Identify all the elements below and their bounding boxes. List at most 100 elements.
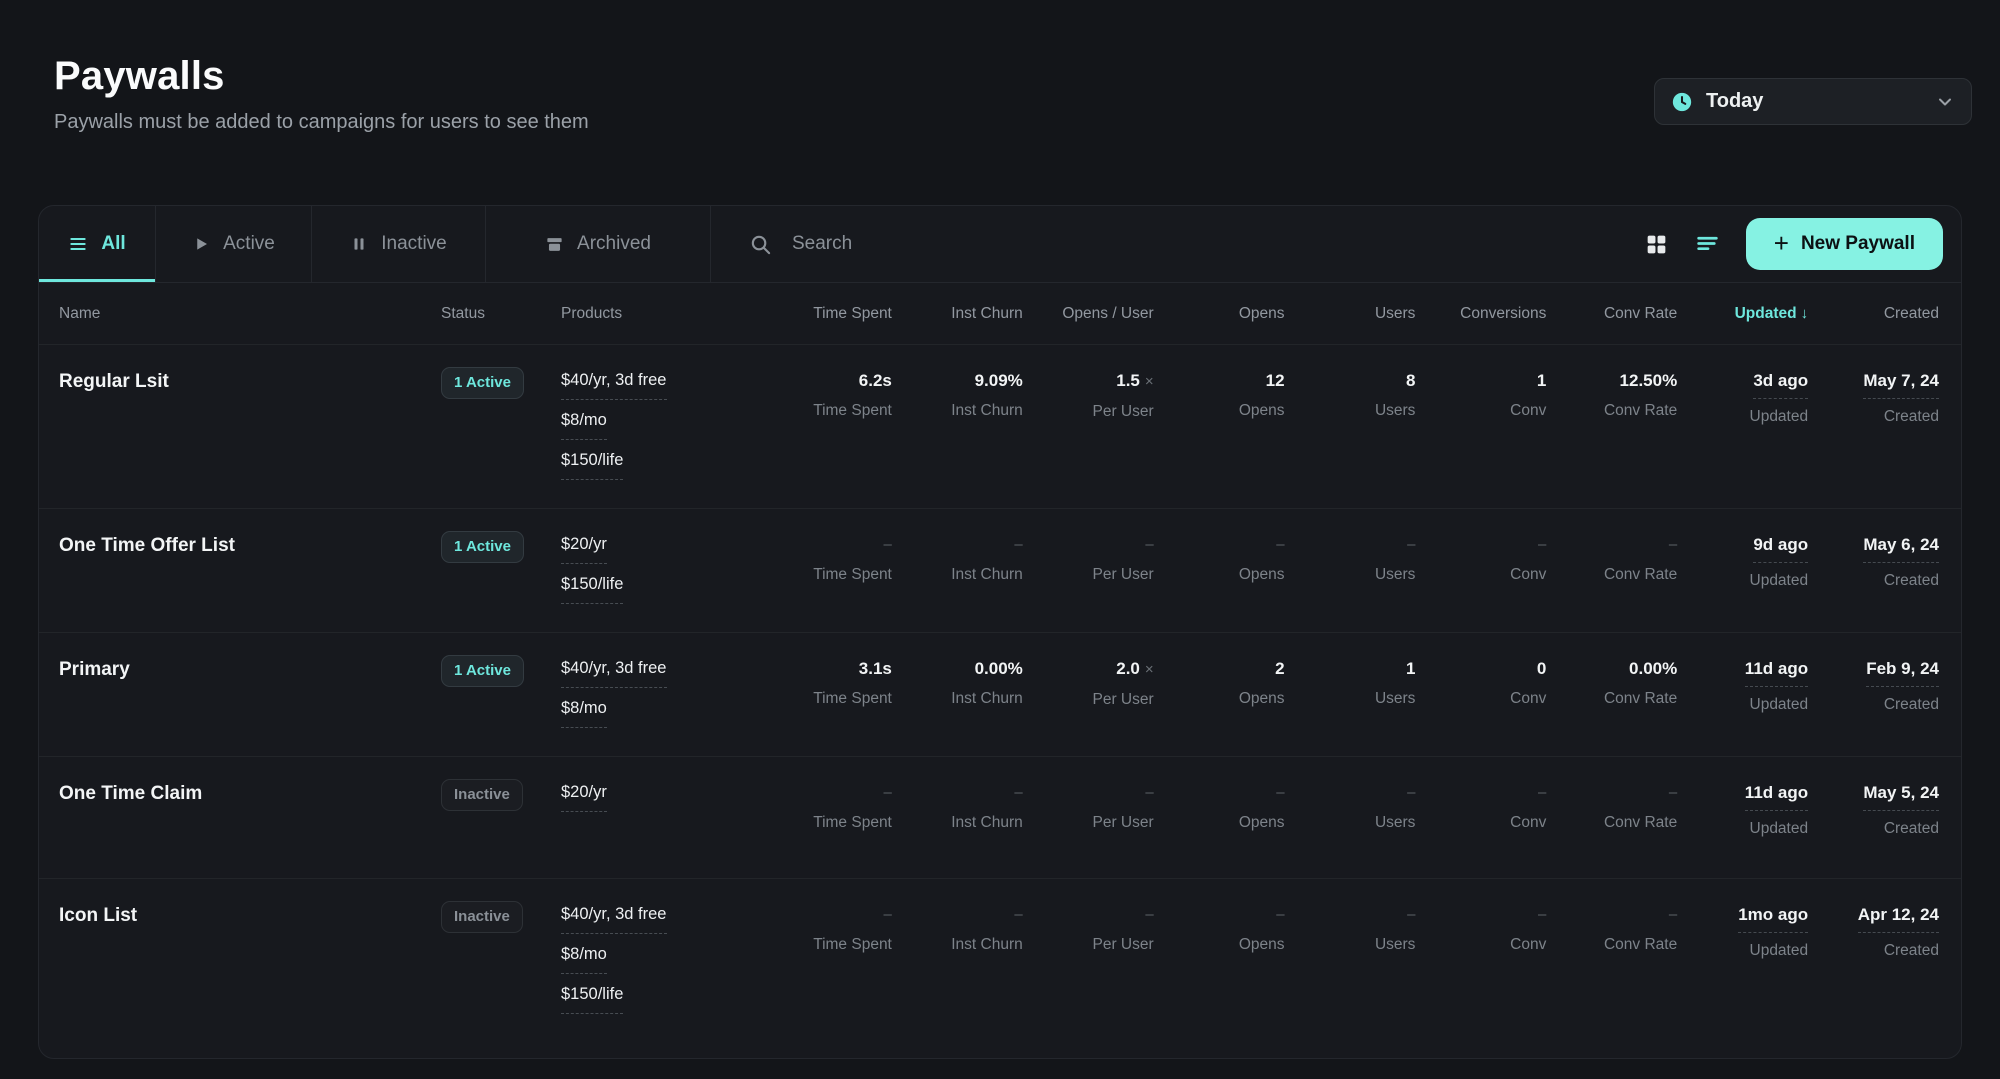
- date-filter-label: Today: [1706, 90, 1935, 113]
- products-list: $20/yr $150/life: [561, 533, 761, 604]
- status-badge: 1 Active: [441, 531, 524, 563]
- metric-conv: 0Conv: [1415, 657, 1546, 710]
- metric-updated: 1mo agoUpdated: [1677, 903, 1808, 962]
- metric-users: 8Users: [1285, 369, 1416, 422]
- chevron-down-icon: [1935, 92, 1955, 112]
- row-name: Primary: [59, 657, 441, 683]
- created-value[interactable]: May 6, 24: [1863, 533, 1939, 563]
- created-value[interactable]: Apr 12, 24: [1858, 903, 1939, 933]
- new-paywall-button[interactable]: + New Paywall: [1746, 218, 1943, 270]
- header-opens-user[interactable]: Opens / User: [1023, 305, 1154, 323]
- tab-label: All: [101, 233, 125, 255]
- table-row[interactable]: Icon List Inactive $40/yr, 3d free $8/mo…: [39, 879, 1961, 1042]
- product-item[interactable]: $150/life: [561, 573, 623, 604]
- metric-conv-rate: –Conv Rate: [1546, 903, 1677, 956]
- product-item[interactable]: $8/mo: [561, 409, 607, 440]
- updated-value[interactable]: 3d ago: [1753, 369, 1808, 399]
- tabbar: All Active Inactive Archived: [39, 206, 1961, 283]
- header-conversions[interactable]: Conversions: [1415, 305, 1546, 323]
- status-badge: 1 Active: [441, 367, 524, 399]
- page-title: Paywalls: [54, 54, 589, 99]
- metric-inst-churn: –Inst Churn: [892, 903, 1023, 956]
- updated-value[interactable]: 11d ago: [1745, 657, 1808, 687]
- table-row[interactable]: Primary 1 Active $40/yr, 3d free $8/mo 3…: [39, 633, 1961, 757]
- metric-users: 1Users: [1285, 657, 1416, 710]
- table-row[interactable]: Regular Lsit 1 Active $40/yr, 3d free $8…: [39, 345, 1961, 509]
- table-row[interactable]: One Time Offer List 1 Active $20/yr $150…: [39, 509, 1961, 633]
- table-row[interactable]: One Time Claim Inactive $20/yr –Time Spe…: [39, 757, 1961, 879]
- metric-conv: –Conv: [1415, 781, 1546, 834]
- product-item[interactable]: $40/yr, 3d free: [561, 369, 667, 400]
- created-value[interactable]: May 7, 24: [1863, 369, 1939, 399]
- row-name: Regular Lsit: [59, 369, 441, 395]
- date-filter-dropdown[interactable]: Today: [1654, 78, 1972, 125]
- header-name[interactable]: Name: [59, 305, 441, 323]
- metric-opens: –Opens: [1154, 903, 1285, 956]
- metric-conv-rate: –Conv Rate: [1546, 781, 1677, 834]
- metric-opens: 2Opens: [1154, 657, 1285, 710]
- plus-icon: +: [1774, 230, 1789, 256]
- grid-view-button[interactable]: [1644, 232, 1669, 257]
- updated-value[interactable]: 11d ago: [1745, 781, 1808, 811]
- product-item[interactable]: $40/yr, 3d free: [561, 657, 667, 688]
- metric-created: May 6, 24Created: [1808, 533, 1939, 592]
- grid-icon: [1644, 232, 1669, 257]
- product-item[interactable]: $150/life: [561, 983, 623, 1014]
- products-list: $20/yr: [561, 781, 761, 812]
- updated-value[interactable]: 1mo ago: [1738, 903, 1808, 933]
- products-list: $40/yr, 3d free $8/mo $150/life: [561, 369, 761, 480]
- search-input[interactable]: [792, 233, 1392, 255]
- metric-per-user: –Per User: [1023, 903, 1154, 956]
- metric-inst-churn: –Inst Churn: [892, 533, 1023, 586]
- product-item[interactable]: $150/life: [561, 449, 623, 480]
- product-item[interactable]: $8/mo: [561, 697, 607, 728]
- search-icon: [749, 233, 772, 256]
- product-item[interactable]: $20/yr: [561, 533, 607, 564]
- product-item[interactable]: $8/mo: [561, 943, 607, 974]
- header-products[interactable]: Products: [561, 305, 761, 323]
- list-view-button[interactable]: [1695, 232, 1720, 257]
- header-time-spent[interactable]: Time Spent: [761, 305, 892, 323]
- product-item[interactable]: $40/yr, 3d free: [561, 903, 667, 934]
- multiply-icon: ×: [1145, 661, 1154, 678]
- header-conv-rate[interactable]: Conv Rate: [1546, 305, 1677, 323]
- header-opens[interactable]: Opens: [1154, 305, 1285, 323]
- pause-icon: [350, 235, 368, 253]
- header-updated[interactable]: Updated↓: [1677, 305, 1808, 323]
- metric-created: May 5, 24Created: [1808, 781, 1939, 840]
- tab-label: Archived: [577, 233, 651, 255]
- tab-all[interactable]: All: [39, 206, 156, 282]
- sort-down-icon: ↓: [1801, 305, 1809, 322]
- status-badge: Inactive: [441, 779, 523, 811]
- row-name: Icon List: [59, 903, 441, 929]
- updated-value[interactable]: 9d ago: [1753, 533, 1808, 563]
- page-header: Paywalls Paywalls must be added to campa…: [54, 54, 589, 134]
- metric-users: –Users: [1285, 533, 1416, 586]
- created-value[interactable]: Feb 9, 24: [1866, 657, 1939, 687]
- clock-icon: [1671, 91, 1693, 113]
- tab-active[interactable]: Active: [156, 206, 312, 282]
- tab-inactive[interactable]: Inactive: [312, 206, 486, 282]
- metric-conv: –Conv: [1415, 903, 1546, 956]
- view-toggles: [1644, 206, 1746, 282]
- status-badge: Inactive: [441, 901, 523, 933]
- metric-per-user: 1.5×Per User: [1023, 369, 1154, 423]
- metric-conv: –Conv: [1415, 533, 1546, 586]
- header-users[interactable]: Users: [1285, 305, 1416, 323]
- metric-per-user: 2.0×Per User: [1023, 657, 1154, 711]
- products-list: $40/yr, 3d free $8/mo: [561, 657, 761, 728]
- product-item[interactable]: $20/yr: [561, 781, 607, 812]
- tab-archived[interactable]: Archived: [486, 206, 711, 282]
- header-status[interactable]: Status: [441, 305, 561, 323]
- header-created[interactable]: Created: [1808, 305, 1939, 323]
- metric-inst-churn: –Inst Churn: [892, 781, 1023, 834]
- header-inst-churn[interactable]: Inst Churn: [892, 305, 1023, 323]
- metric-inst-churn: 0.00%Inst Churn: [892, 657, 1023, 710]
- metric-conv-rate: –Conv Rate: [1546, 533, 1677, 586]
- created-value[interactable]: May 5, 24: [1863, 781, 1939, 811]
- metric-updated: 11d agoUpdated: [1677, 657, 1808, 716]
- paywalls-panel: All Active Inactive Archived: [38, 205, 1962, 1059]
- search-area: [711, 206, 1644, 282]
- play-icon: [192, 235, 210, 253]
- metric-created: Feb 9, 24Created: [1808, 657, 1939, 716]
